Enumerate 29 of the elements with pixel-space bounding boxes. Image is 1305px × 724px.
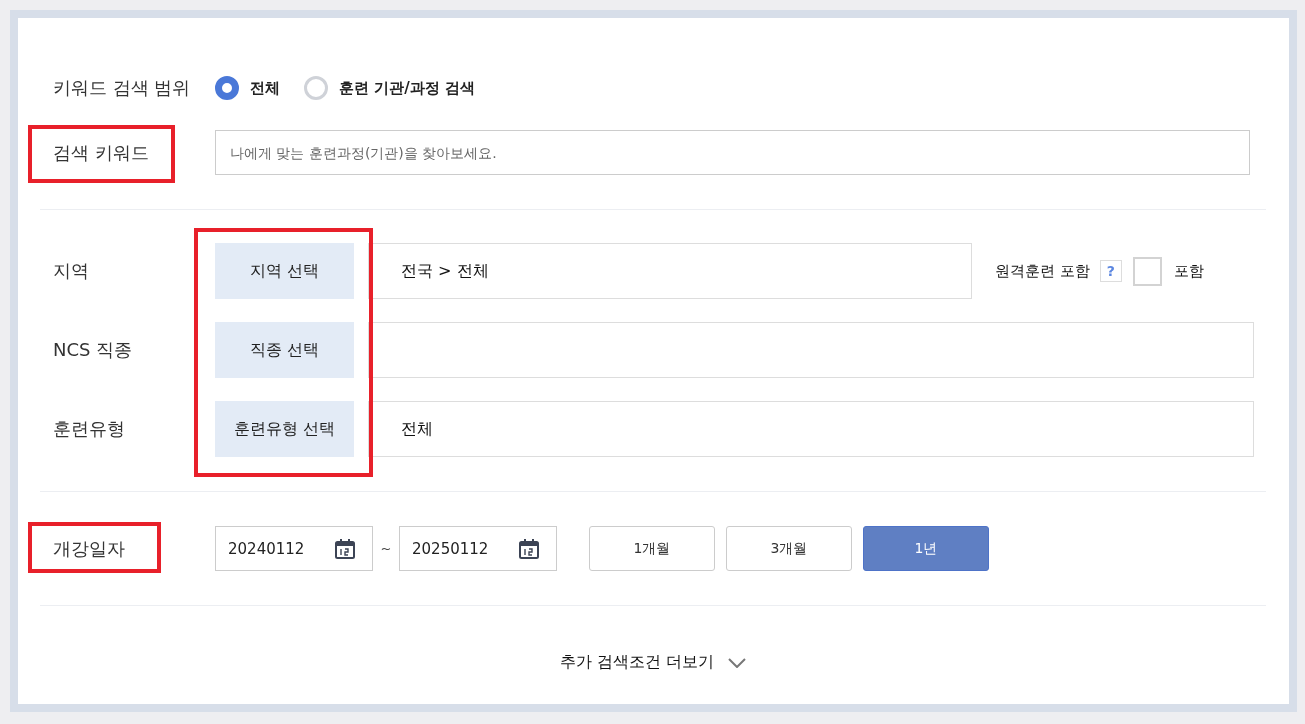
field-label: 키워드 검색 범위 [53, 76, 192, 100]
help-button[interactable]: ? [1099, 260, 1122, 282]
select-button[interactable]: 직종 선택 [215, 322, 354, 378]
range-separator: ~ [379, 541, 393, 556]
more-options-link[interactable]: 추가 검색조건 더보기 [559, 652, 715, 673]
field-label: NCS 직종 [53, 338, 134, 362]
date-field[interactable]: 20240112 [215, 526, 373, 571]
checkbox-label: 포함 [1173, 261, 1204, 281]
period-button[interactable]: 1개월 [589, 526, 715, 571]
calendar-icon[interactable] [334, 537, 356, 560]
field-value: 전국 > 전체 [401, 260, 489, 282]
checkbox[interactable] [1132, 256, 1162, 286]
field-value: 전체 [401, 418, 433, 440]
period-button[interactable]: 1년 [863, 526, 989, 571]
field-label: 지역 [53, 259, 90, 283]
period-button[interactable]: 3개월 [726, 526, 852, 571]
field-label: 개강일자 [53, 536, 126, 561]
radio-option[interactable]: 전체 [215, 76, 280, 100]
field-label: 훈련유형 [53, 417, 126, 441]
select-button[interactable]: 지역 선택 [215, 243, 354, 299]
select-button[interactable]: 훈련유형 선택 [215, 401, 354, 457]
date-field[interactable]: 20250112 [399, 526, 557, 571]
radio-option[interactable]: 훈련 기관/과정 검색 [304, 76, 475, 100]
chevron-down-icon[interactable] [728, 657, 747, 668]
field-label: 검색 키워드 [53, 140, 150, 165]
search-field[interactable]: 나에게 맞는 훈련과정(기관)을 찾아보세요. [215, 130, 1250, 175]
remote-label: 원격훈련 포함 [995, 261, 1090, 281]
calendar-icon[interactable] [518, 537, 540, 560]
radio-icon[interactable] [215, 76, 239, 100]
